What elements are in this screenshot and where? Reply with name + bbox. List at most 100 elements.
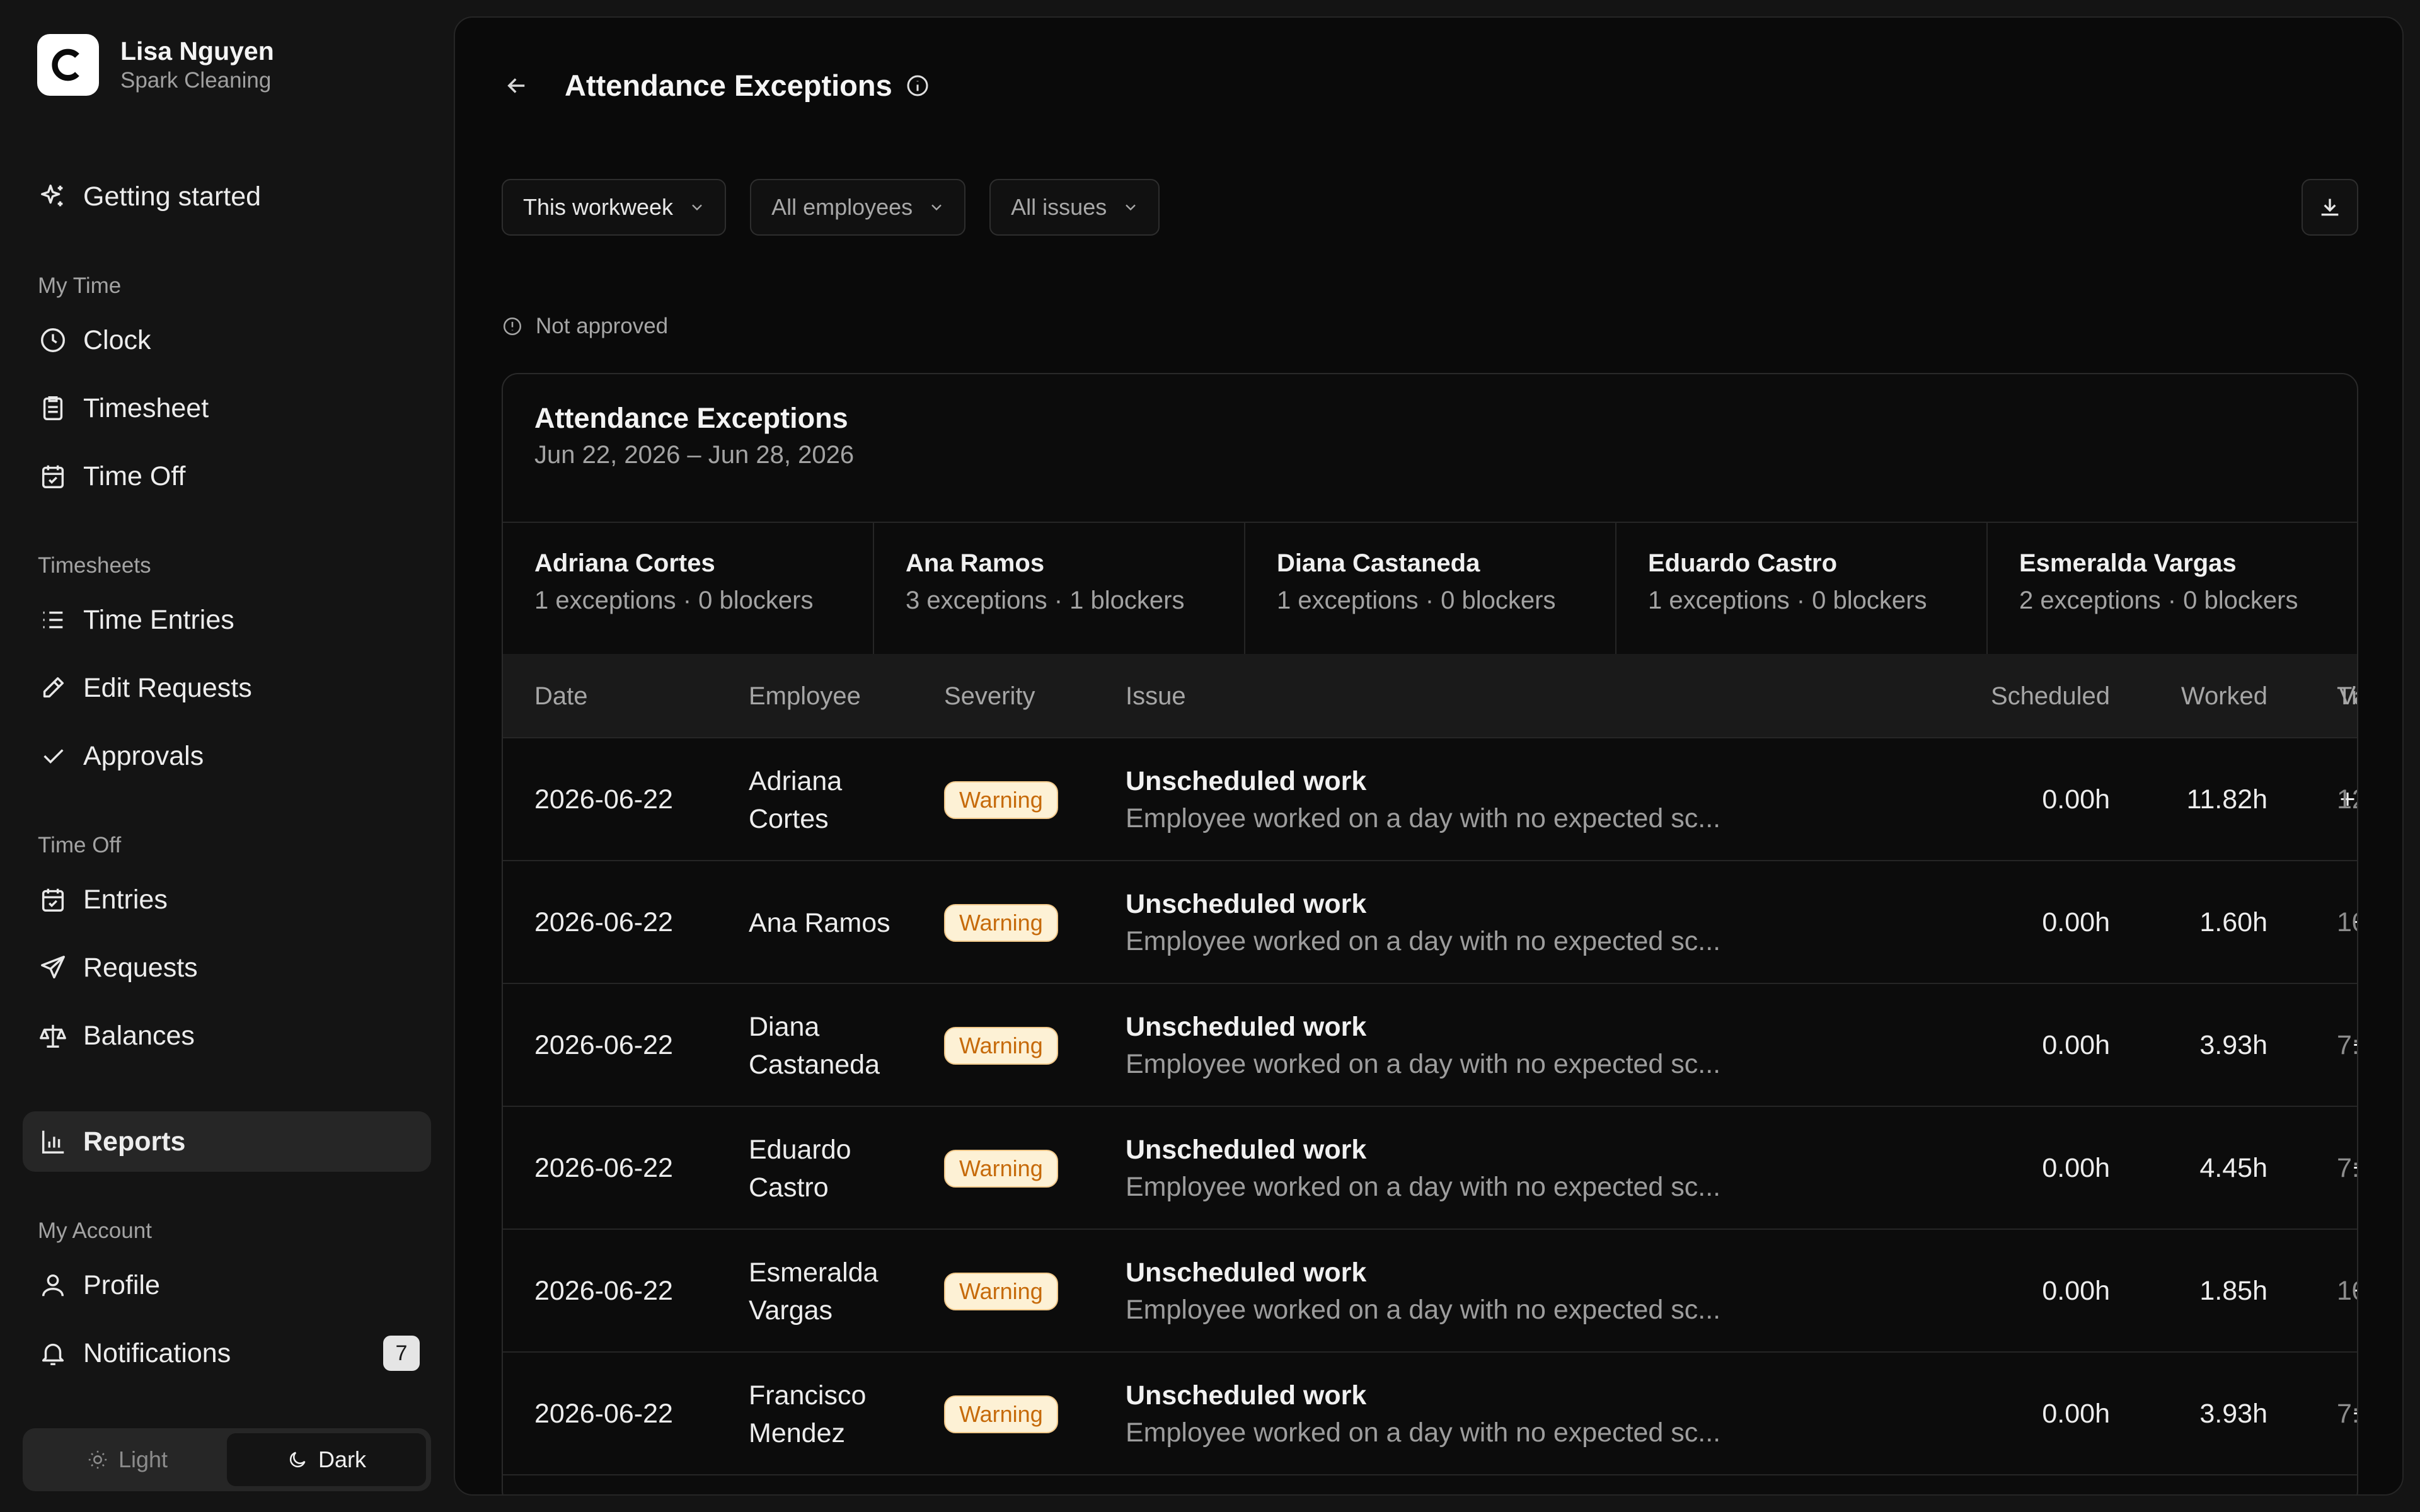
nav-entries[interactable]: Entries — [23, 869, 431, 930]
col-worked[interactable]: Worked — [2110, 654, 2267, 738]
section-time-off: Time Off — [38, 833, 122, 857]
period-select[interactable]: This workweek — [502, 179, 727, 236]
scheduled-cell: 0.00h — [2042, 1276, 2110, 1306]
scale-icon — [38, 1021, 68, 1051]
employee-summary: Adriana Cortes 1 exceptions · 0 blockers… — [503, 522, 2357, 655]
issues-select[interactable]: All issues — [989, 179, 1160, 236]
issue-cell: Unscheduled work Employee worked on a day… — [1126, 1107, 1756, 1230]
severity-badge: Warning — [944, 1395, 1058, 1433]
nav-getting-started[interactable]: Getting started — [23, 166, 431, 227]
issue-description: Employee worked on a day with no expecte… — [1126, 1171, 1721, 1202]
employee-cell: Diana Castaneda — [749, 1011, 880, 1080]
issue-description: Employee worked on a day with no expecte… — [1126, 925, 1721, 956]
nav-label: Edit Requests — [83, 672, 252, 703]
summary-name: Ana Ramos — [906, 549, 1045, 577]
user-icon — [38, 1270, 68, 1300]
summary-meta: 1 exceptions · 0 blockers — [534, 587, 814, 614]
severity-badge: Warning — [944, 1149, 1058, 1188]
section-timesheets: Timesheets — [38, 553, 151, 578]
theme-light-button[interactable]: Light — [28, 1433, 227, 1486]
nav-reports[interactable]: Reports — [23, 1111, 431, 1172]
worked-cell: 1.85h — [2199, 1276, 2267, 1306]
main-panel: Attendance Exceptions This workweek All … — [454, 16, 2404, 1496]
report-card: Attendance Exceptions Jun 22, 2026 – Jun… — [502, 373, 2358, 1494]
severity-badge: Warning — [944, 903, 1058, 942]
account-switcher[interactable]: Lisa Nguyen Spark Cleaning — [37, 34, 274, 96]
employee-cell: Eduardo Castro — [749, 1134, 851, 1203]
summary-card: Ana Ramos 3 exceptions · 1 blockers — [874, 523, 1245, 655]
date-cell: 2026-06-22 — [534, 907, 673, 937]
table-row[interactable]: 2026-06-22 Esmeralda Vargas Warning Unsched… — [503, 1230, 2357, 1353]
date-cell: 2026-06-22 — [534, 1276, 673, 1306]
status-text: Not approved — [536, 314, 669, 338]
calendar-check-icon — [38, 461, 68, 491]
col-date[interactable]: Date — [534, 654, 588, 738]
org-name: Spark Cleaning — [120, 68, 272, 93]
summary-card: Eduardo Castro 1 exceptions · 0 blockers — [1616, 523, 1988, 655]
severity-cell: Warning — [944, 738, 1058, 861]
scheduled-cell: 0.00h — [2042, 1153, 2110, 1183]
theme-toggle: Light Dark — [23, 1428, 431, 1491]
worked-cell: 4.45h — [2199, 1153, 2267, 1183]
issue-cell: Unscheduled work Employee worked on a day… — [1126, 738, 1756, 861]
calendar-check-icon — [38, 885, 68, 915]
col-scheduled[interactable]: Scheduled — [1952, 654, 2110, 738]
exceptions-table: Date Employee Severity Issue Scheduled W… — [503, 654, 2357, 1475]
issue-title: Unscheduled work — [1126, 1380, 1367, 1411]
table-row[interactable]: 2026-06-22 Diana Castaneda Warning Unschedu… — [503, 984, 2357, 1107]
download-button[interactable] — [2302, 179, 2358, 236]
date-cell: 2026-06-22 — [534, 784, 673, 815]
nav-approvals[interactable]: Approvals — [23, 726, 431, 786]
nav-timesheet[interactable]: Timesheet — [23, 378, 431, 438]
nav-label: Notifications — [83, 1337, 231, 1368]
col-time[interactable]: Tim — [2337, 654, 2357, 738]
issue-title: Unscheduled work — [1126, 1134, 1367, 1165]
theme-dark-button[interactable]: Dark — [227, 1433, 426, 1486]
nav-label: Timesheet — [83, 392, 209, 423]
theme-dark-label: Dark — [318, 1446, 366, 1472]
issue-description: Employee worked on a day with no expecte… — [1126, 1417, 1721, 1448]
back-button[interactable] — [502, 71, 532, 101]
report-title: Attendance Exceptions — [534, 402, 848, 434]
worked-cell: 11.82h — [2186, 784, 2267, 815]
info-icon[interactable] — [905, 73, 930, 98]
page-title: Attendance Exceptions — [565, 69, 892, 102]
col-issue[interactable]: Issue — [1126, 654, 1186, 738]
col-employee[interactable]: Employee — [749, 654, 861, 738]
report-date-range: Jun 22, 2026 – Jun 28, 2026 — [534, 441, 855, 469]
nav-notifications[interactable]: Notifications 7 — [23, 1323, 431, 1383]
nav-balances[interactable]: Balances — [23, 1005, 431, 1066]
issue-title: Unscheduled work — [1126, 1257, 1367, 1288]
nav-profile[interactable]: Profile — [23, 1255, 431, 1315]
sidebar: Lisa Nguyen Spark Cleaning Getting start… — [0, 0, 454, 1512]
table-row[interactable]: 2026-06-22 Eduardo Castro Warning Unschedul… — [503, 1107, 2357, 1230]
sparkles-icon — [38, 181, 68, 212]
table-row[interactable]: 2026-06-22 Ana Ramos Warning Unscheduled wo… — [503, 861, 2357, 984]
summary-name: Adriana Cortes — [534, 549, 715, 577]
issue-description: Employee worked on a day with no expecte… — [1126, 1294, 1721, 1325]
period-select-value: This workweek — [523, 194, 674, 220]
nav-time-entries[interactable]: Time Entries — [23, 590, 431, 650]
col-severity[interactable]: Severity — [944, 654, 1035, 738]
worked-cell: 3.93h — [2199, 1399, 2267, 1429]
nav-requests[interactable]: Requests — [23, 937, 431, 998]
issue-cell: Unscheduled work Employee worked on a day… — [1126, 1230, 1756, 1353]
scheduled-cell: 0.00h — [2042, 1030, 2110, 1060]
summary-name: Esmeralda Vargas — [2019, 549, 2237, 577]
arrow-left-icon — [507, 77, 525, 93]
table-row[interactable]: 2026-06-22 Francisco Mendez Warning Unsched… — [503, 1353, 2357, 1475]
time-cell: 12:0 — [2337, 784, 2357, 815]
sun-icon — [88, 1450, 107, 1469]
pencil-icon — [38, 673, 68, 703]
nav-clock[interactable]: Clock — [23, 310, 431, 370]
nav-edit-requests[interactable]: Edit Requests — [23, 658, 431, 718]
section-my-account: My Account — [38, 1218, 152, 1243]
send-icon — [38, 953, 68, 983]
bell-icon — [38, 1338, 68, 1368]
employees-select[interactable]: All employees — [750, 179, 966, 236]
nav-label: Time Off — [83, 461, 186, 491]
nav-time-off[interactable]: Time Off — [23, 446, 431, 507]
issues-select-value: All issues — [1011, 194, 1107, 220]
time-cell: 10:0 — [2337, 1276, 2357, 1306]
table-row[interactable]: 2026-06-22 Adriana Cortes Warning Unschedul… — [503, 738, 2357, 861]
